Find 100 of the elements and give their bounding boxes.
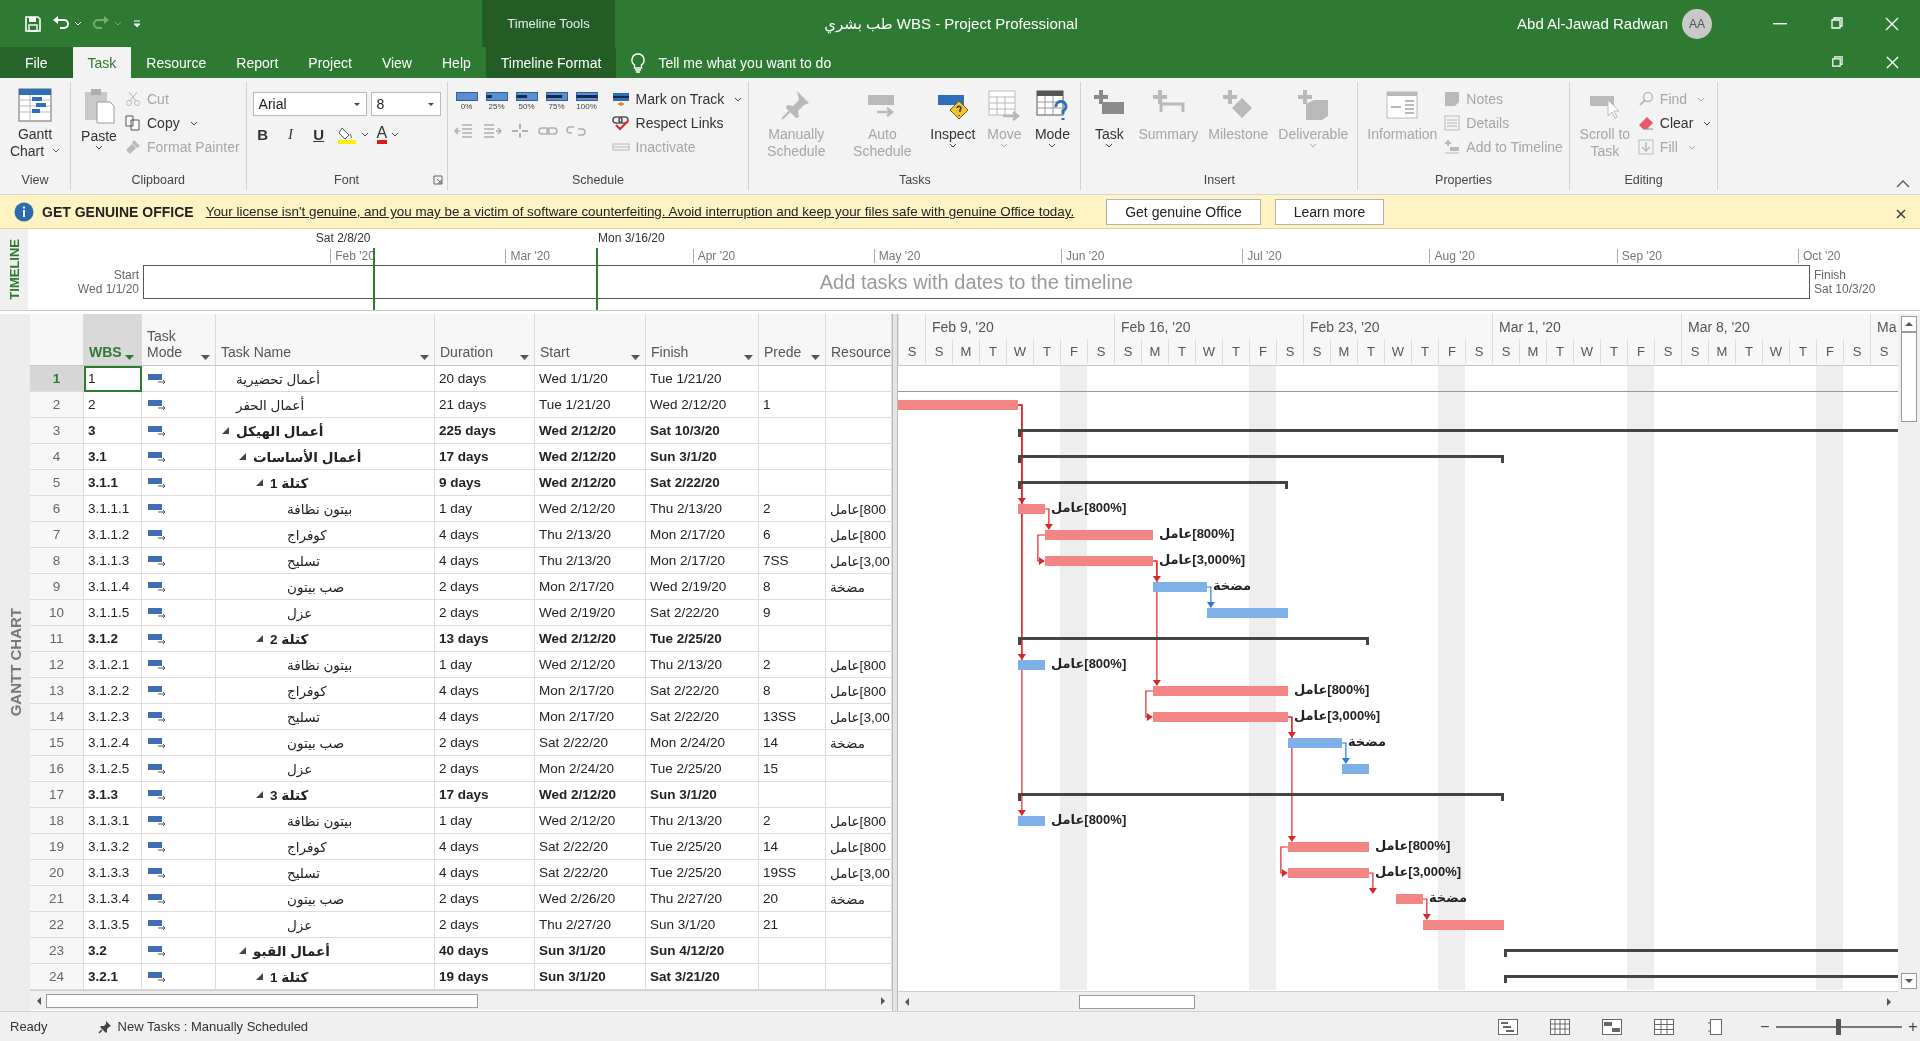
row-number[interactable]: 17 <box>30 782 84 808</box>
start-cell[interactable]: Wed 2/12/20 <box>535 444 646 470</box>
row-number[interactable]: 14 <box>30 704 84 730</box>
finish-cell[interactable]: Tue 2/25/20 <box>646 834 759 860</box>
banner-button[interactable]: Learn more <box>1274 198 1385 225</box>
finish-cell[interactable]: Thu 2/13/20 <box>646 652 759 678</box>
start-cell[interactable]: Wed 2/12/20 <box>535 418 646 444</box>
start-cell[interactable]: Sun 3/1/20 <box>535 938 646 964</box>
duration-cell[interactable]: 13 days <box>435 626 535 652</box>
scrollbar-thumb[interactable] <box>1901 332 1917 422</box>
duration-cell[interactable]: 21 days <box>435 392 535 418</box>
row-number[interactable]: 19 <box>30 834 84 860</box>
task-name[interactable]: صب بيتون <box>287 578 345 595</box>
start-cell[interactable]: Mon 2/17/20 <box>535 678 646 704</box>
finish-cell[interactable]: Sun 3/1/20 <box>646 912 759 938</box>
dialog-launcher-icon[interactable] <box>432 175 443 185</box>
duration-cell[interactable]: 20 days <box>435 366 535 392</box>
wbs-cell[interactable]: 3.1 <box>84 444 142 470</box>
italic-button[interactable]: I <box>280 122 301 146</box>
row-number[interactable]: 10 <box>30 600 84 626</box>
ribbon-tab[interactable]: Help <box>427 47 486 78</box>
start-cell[interactable]: Mon 2/17/20 <box>535 574 646 600</box>
font-color-button[interactable]: A <box>376 122 400 146</box>
duration-cell[interactable]: 2 days <box>435 886 535 912</box>
start-cell[interactable]: Wed 2/12/20 <box>535 652 646 678</box>
finish-cell[interactable]: Tue 1/21/20 <box>646 366 759 392</box>
duration-cell[interactable]: 1 day <box>435 496 535 522</box>
summary-bar[interactable] <box>1017 455 1504 463</box>
wbs-cell[interactable]: 3.1.3.3 <box>84 860 142 886</box>
collapse-icon[interactable] <box>256 479 263 486</box>
predecessor-cell[interactable]: 19SS <box>759 860 826 886</box>
predecessor-cell[interactable]: 14 <box>759 834 826 860</box>
percent-complete-button[interactable]: 100% <box>573 92 600 111</box>
task-bar[interactable] <box>1017 504 1045 514</box>
task-name[interactable]: بيتون نظافة <box>287 656 353 673</box>
finish-cell[interactable]: Sat 2/22/20 <box>646 678 759 704</box>
collapse-icon[interactable] <box>256 973 263 980</box>
task-name[interactable]: كوفراج <box>287 682 327 699</box>
column-header[interactable]: Prede <box>759 314 826 365</box>
column-header[interactable]: Task Mode <box>142 314 216 365</box>
wbs-cell[interactable]: 3 <box>84 418 142 444</box>
predecessor-cell[interactable]: 2 <box>759 496 826 522</box>
wbs-cell[interactable]: 1 <box>84 366 142 392</box>
task-name[interactable]: عزل <box>287 760 313 777</box>
predecessor-cell[interactable]: 8 <box>759 574 826 600</box>
collapse-icon[interactable] <box>256 635 263 642</box>
finish-cell[interactable]: Sat 2/22/20 <box>646 704 759 730</box>
ribbon-tab[interactable]: Task <box>72 47 132 78</box>
predecessor-cell[interactable] <box>759 626 826 652</box>
row-number[interactable]: 24 <box>30 964 84 990</box>
finish-cell[interactable]: Thu 2/13/20 <box>646 808 759 834</box>
finish-cell[interactable]: Sun 3/1/20 <box>646 782 759 808</box>
finish-cell[interactable]: Wed 2/19/20 <box>646 574 759 600</box>
gantt-view-icon[interactable] <box>1498 1018 1518 1035</box>
wbs-cell[interactable]: 3.1.1.5 <box>84 600 142 626</box>
wbs-cell[interactable]: 2 <box>84 392 142 418</box>
predecessor-cell[interactable]: 9 <box>759 600 826 626</box>
start-cell[interactable]: Wed 2/12/20 <box>535 470 646 496</box>
column-header[interactable]: Task Name <box>216 314 435 365</box>
scroll-down-icon[interactable] <box>1901 973 1917 989</box>
wbs-cell[interactable]: 3.2 <box>84 938 142 964</box>
summary-bar[interactable] <box>1017 637 1369 645</box>
predecessor-cell[interactable]: 21 <box>759 912 826 938</box>
duration-cell[interactable]: 2 days <box>435 756 535 782</box>
task-name[interactable]: أعمال تحضيرية <box>236 370 320 387</box>
duration-cell[interactable]: 1 day <box>435 808 535 834</box>
duration-cell[interactable]: 9 days <box>435 470 535 496</box>
finish-cell[interactable]: Mon 2/17/20 <box>646 548 759 574</box>
row-number[interactable]: 9 <box>30 574 84 600</box>
duration-cell[interactable]: 4 days <box>435 834 535 860</box>
predecessor-cell[interactable]: 13SS <box>759 704 826 730</box>
start-cell[interactable]: Wed 2/19/20 <box>535 600 646 626</box>
wbs-cell[interactable]: 3.1.2.4 <box>84 730 142 756</box>
task-bar[interactable] <box>1017 660 1045 670</box>
insert-task-button[interactable]: Task <box>1087 86 1132 150</box>
wbs-cell[interactable]: 3.1.3.2 <box>84 834 142 860</box>
finish-cell[interactable]: Thu 2/27/20 <box>646 886 759 912</box>
task-name[interactable]: أعمال الحفر <box>236 396 305 413</box>
scrollbar-thumb[interactable] <box>1078 994 1195 1009</box>
start-cell[interactable]: Thu 2/13/20 <box>535 548 646 574</box>
predecessor-cell[interactable] <box>759 418 826 444</box>
predecessor-cell[interactable]: 14 <box>759 730 826 756</box>
wbs-cell[interactable]: 3.1.3.5 <box>84 912 142 938</box>
new-tasks-mode[interactable]: New Tasks : Manually Scheduled <box>117 1019 309 1034</box>
finish-cell[interactable]: Tue 2/25/20 <box>646 860 759 886</box>
font-name-field[interactable]: Arial <box>252 92 367 116</box>
copy-button[interactable]: Copy <box>125 112 240 134</box>
scroll-up-icon[interactable] <box>1901 316 1917 332</box>
column-header[interactable]: Finish <box>646 314 759 365</box>
collapse-icon[interactable] <box>239 453 246 460</box>
row-number[interactable]: 4 <box>30 444 84 470</box>
zoom-slider-thumb[interactable] <box>1835 1018 1841 1035</box>
predecessor-cell[interactable] <box>759 444 826 470</box>
start-cell[interactable]: Thu 2/13/20 <box>535 522 646 548</box>
summary-bar[interactable] <box>1017 793 1504 801</box>
gantt-chart-button[interactable]: Gantt Chart <box>6 86 64 162</box>
row-number[interactable]: 20 <box>30 860 84 886</box>
ribbon-tab[interactable]: View <box>366 47 427 78</box>
predecessor-cell[interactable]: 8 <box>759 678 826 704</box>
wbs-cell[interactable]: 3.1.3.4 <box>84 886 142 912</box>
